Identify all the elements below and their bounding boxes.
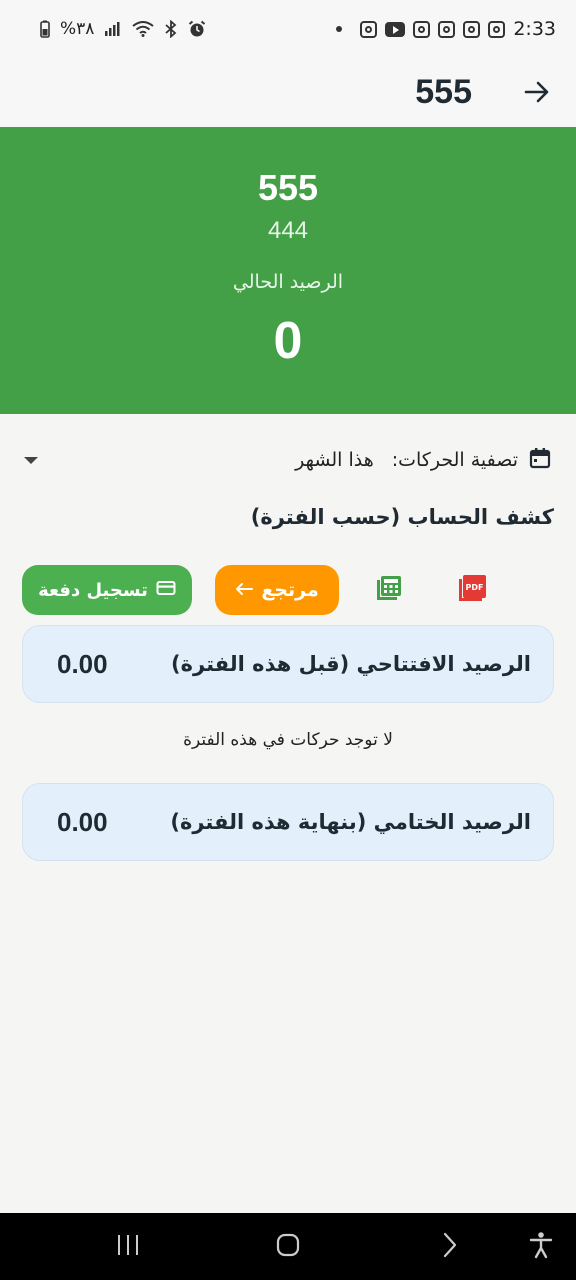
return-label: مرتجع	[261, 579, 319, 601]
app-bar: 555	[0, 58, 576, 126]
back-icon	[441, 1232, 459, 1262]
opening-balance-card: 0.00 الرصيد الافتتاحي (قبل هذه الفترة)	[22, 625, 554, 703]
battery-percent: %٣٨	[60, 19, 95, 39]
filter-group: تصفية الحركات: هذا الشهر	[295, 446, 552, 475]
action-row: PDF مرتجع تسجيل دفعة	[22, 565, 552, 617]
filter-label: تصفية الحركات:	[391, 449, 518, 471]
instagram-icon	[360, 20, 378, 38]
record-payment-label: تسجيل دفعة	[38, 579, 148, 601]
status-time: 2:33	[513, 18, 556, 40]
empty-state-message: لا توجد حركات في هذه الفترة	[183, 730, 393, 750]
account-name: 555	[257, 167, 319, 208]
calculator-button[interactable]	[374, 575, 404, 605]
calculator-icon	[375, 574, 403, 606]
wifi-icon	[132, 21, 155, 37]
return-button[interactable]: مرتجع	[215, 565, 339, 615]
home-icon	[275, 1232, 301, 1262]
closing-balance-card: 0.00 الرصيد الختامي (بنهاية هذه الفترة)	[22, 783, 554, 861]
status-left: %٣٨	[40, 19, 206, 39]
chevron-down-icon[interactable]	[24, 456, 38, 464]
home-button[interactable]	[256, 1213, 320, 1280]
closing-balance-label: الرصيد الختامي (بنهاية هذه الفترة)	[170, 810, 531, 834]
filter-value: هذا الشهر	[295, 449, 374, 471]
status-bar: %٣٨ 2:33	[0, 0, 576, 58]
svg-text:PDF: PDF	[466, 583, 484, 592]
back-button[interactable]	[418, 1213, 482, 1280]
recents-icon	[115, 1234, 141, 1260]
accessibility-icon	[529, 1231, 553, 1263]
opening-balance-label: الرصيد الافتتاحي (قبل هذه الفترة)	[171, 652, 531, 676]
system-nav-bar	[0, 1213, 576, 1280]
record-payment-button[interactable]: تسجيل دفعة	[22, 565, 192, 615]
bluetooth-icon	[164, 20, 178, 38]
calendar-icon	[528, 446, 552, 475]
balance-label: الرصيد الحالي	[232, 271, 344, 293]
arrow-left-icon	[235, 579, 254, 601]
instagram-icon	[463, 20, 481, 38]
opening-balance-value: 0.00	[57, 648, 108, 679]
instagram-icon	[438, 20, 456, 38]
instagram-icon	[488, 20, 506, 38]
recents-button[interactable]	[96, 1213, 160, 1280]
account-subtitle: 444	[267, 217, 309, 244]
youtube-icon	[385, 21, 406, 37]
status-right: 2:33	[336, 18, 556, 40]
pdf-icon: PDF	[457, 572, 489, 608]
pdf-export-button[interactable]: PDF	[456, 573, 490, 607]
balance-value: 0	[273, 312, 303, 370]
closing-balance-value: 0.00	[57, 806, 108, 837]
card-icon	[156, 580, 176, 601]
alarm-icon	[188, 20, 206, 38]
arrow-right-icon[interactable]	[522, 77, 552, 107]
battery-icon	[40, 20, 50, 38]
page-title: 555	[415, 72, 472, 111]
account-summary: 555 444 الرصيد الحالي 0	[0, 127, 576, 414]
signal-icon	[104, 21, 122, 37]
filter-dropdown[interactable]: تصفية الحركات: هذا الشهر	[24, 438, 552, 482]
accessibility-button[interactable]	[516, 1213, 566, 1280]
instagram-icon	[413, 20, 431, 38]
notification-dot-icon	[336, 26, 343, 32]
statement-title: كشف الحساب (حسب الفترة)	[250, 505, 554, 529]
